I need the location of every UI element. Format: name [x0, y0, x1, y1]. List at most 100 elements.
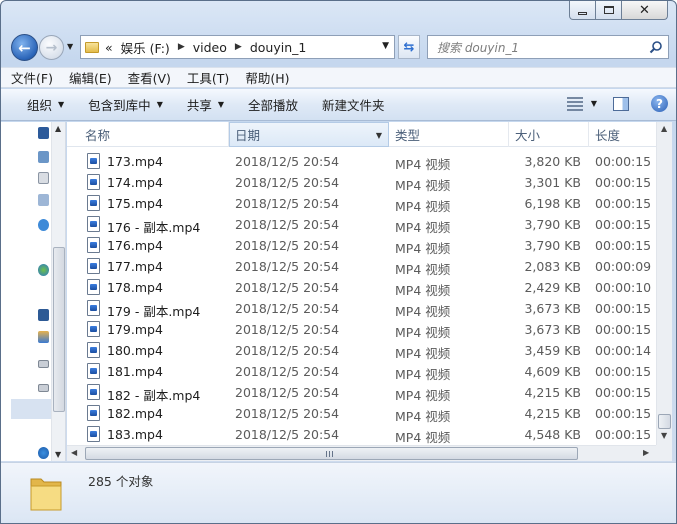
- scroll-down-icon[interactable]: ▼: [661, 431, 667, 440]
- menu-edit[interactable]: 编辑(E): [69, 68, 112, 87]
- address-dropdown-icon[interactable]: ▼: [382, 41, 389, 51]
- new-folder-button[interactable]: 新建文件夹: [322, 95, 385, 114]
- close-button[interactable]: ✕: [622, 1, 668, 20]
- downloads-folder-icon[interactable]: [38, 194, 49, 206]
- video-library-icon[interactable]: [38, 127, 49, 139]
- file-duration: 00:00:15: [595, 427, 652, 442]
- file-name[interactable]: 175.mp4: [107, 196, 163, 211]
- address-overflow[interactable]: «: [105, 40, 113, 55]
- view-options-dropdown-icon[interactable]: ▼: [591, 99, 597, 108]
- table-row[interactable]: 183.mp4 2018/12/5 20:54 MP4 视频 4,548 KB 00:0…: [67, 424, 656, 445]
- drive-icon[interactable]: [38, 384, 49, 392]
- file-name[interactable]: 179 - 副本.mp4: [107, 301, 200, 320]
- file-date: 2018/12/5 20:54: [235, 322, 340, 337]
- documents-library-icon[interactable]: [38, 172, 49, 184]
- scroll-down-icon[interactable]: ▼: [55, 450, 61, 459]
- table-row[interactable]: 178.mp4 2018/12/5 20:54 MP4 视频 2,429 KB 00:0…: [67, 277, 656, 298]
- breadcrumb-separator-icon[interactable]: ▶: [235, 42, 242, 52]
- horizontal-scrollbar[interactable]: ◀ ▶: [67, 445, 656, 461]
- minimize-icon: [578, 11, 587, 15]
- preview-pane-icon[interactable]: [613, 96, 629, 111]
- breadcrumb-douyin[interactable]: douyin_1: [250, 40, 307, 55]
- column-duration[interactable]: 长度: [589, 122, 656, 147]
- file-name[interactable]: 179.mp4: [107, 322, 163, 337]
- file-name[interactable]: 180.mp4: [107, 343, 163, 358]
- help-icon[interactable]: ?: [651, 95, 668, 112]
- menu-help[interactable]: 帮助(H): [245, 68, 289, 87]
- vertical-scroll-thumb[interactable]: [658, 414, 671, 429]
- nav-pane-scrollbar[interactable]: ▲ ▼: [51, 122, 65, 461]
- file-name[interactable]: 177.mp4: [107, 259, 163, 274]
- breadcrumb-video[interactable]: video: [193, 40, 227, 55]
- column-name[interactable]: 名称: [67, 122, 229, 147]
- table-row[interactable]: 181.mp4 2018/12/5 20:54 MP4 视频 4,609 KB 00:0…: [67, 361, 656, 382]
- vertical-scrollbar[interactable]: ▲ ▼: [656, 122, 672, 445]
- table-row[interactable]: 176.mp4 2018/12/5 20:54 MP4 视频 3,790 KB 00:0…: [67, 235, 656, 256]
- search-input[interactable]: 搜索 douyin_1: [427, 35, 669, 59]
- file-name[interactable]: 173.mp4: [107, 154, 163, 169]
- music-library-icon[interactable]: [38, 219, 49, 231]
- view-details-icon[interactable]: [566, 96, 583, 111]
- network-icon[interactable]: [38, 447, 49, 459]
- breadcrumb-separator-icon[interactable]: ▶: [178, 42, 185, 52]
- maximize-button[interactable]: [596, 1, 622, 20]
- computer-icon[interactable]: [38, 309, 49, 321]
- back-button[interactable]: ←: [11, 34, 38, 61]
- local-disk-icon[interactable]: [38, 331, 49, 343]
- file-type: MP4 视频: [395, 346, 451, 361]
- file-name[interactable]: 181.mp4: [107, 364, 163, 379]
- table-row[interactable]: 182.mp4 2018/12/5 20:54 MP4 视频 4,215 KB 00:0…: [67, 403, 656, 424]
- organize-button[interactable]: 组织 ▼: [27, 95, 64, 114]
- search-icon[interactable]: [649, 40, 663, 54]
- recent-pages-dropdown[interactable]: ▼: [67, 42, 73, 51]
- file-name[interactable]: 182.mp4: [107, 406, 163, 421]
- homegroup-icon[interactable]: [38, 264, 49, 276]
- table-row[interactable]: 174.mp4 2018/12/5 20:54 MP4 视频 3,301 KB 00:0…: [67, 172, 656, 193]
- scroll-up-icon[interactable]: ▲: [55, 124, 61, 133]
- breadcrumb-drive[interactable]: 娱乐 (F:): [121, 38, 170, 57]
- file-name[interactable]: 176.mp4: [107, 238, 163, 253]
- scroll-up-icon[interactable]: ▲: [661, 124, 667, 133]
- share-button[interactable]: 共享 ▼: [187, 95, 224, 114]
- play-all-button[interactable]: 全部播放: [248, 95, 298, 114]
- refresh-button[interactable]: ⇆: [398, 35, 420, 59]
- organize-label: 组织: [27, 98, 53, 113]
- table-row[interactable]: 180.mp4 2018/12/5 20:54 MP4 视频 3,459 KB 00:0…: [67, 340, 656, 361]
- pictures-library-icon[interactable]: [38, 151, 49, 163]
- table-row[interactable]: 179.mp4 2018/12/5 20:54 MP4 视频 3,673 KB 00:0…: [67, 319, 656, 340]
- column-filter-dropdown-icon[interactable]: ▼: [376, 131, 382, 140]
- drive-icon[interactable]: [38, 360, 49, 368]
- include-library-button[interactable]: 包含到库中 ▼: [88, 95, 163, 114]
- file-name[interactable]: 183.mp4: [107, 427, 163, 442]
- forward-button[interactable]: →: [39, 35, 64, 60]
- file-duration: 00:00:15: [595, 406, 652, 421]
- address-bar[interactable]: « 娱乐 (F:) ▶ video ▶ douyin_1 ▼: [80, 35, 395, 59]
- command-bar: 组织 ▼ 包含到库中 ▼ 共享 ▼ 全部播放 新建文件夹 ▼ ?: [1, 89, 676, 121]
- file-name[interactable]: 174.mp4: [107, 175, 163, 190]
- menu-view[interactable]: 查看(V): [128, 68, 171, 87]
- table-row[interactable]: 182 - 副本.mp4 2018/12/5 20:54 MP4 视频 4,215 K…: [67, 382, 656, 403]
- close-icon: ✕: [639, 2, 650, 18]
- file-date: 2018/12/5 20:54: [235, 343, 340, 358]
- table-row[interactable]: 177.mp4 2018/12/5 20:54 MP4 视频 2,083 KB 00:0…: [67, 256, 656, 277]
- scroll-left-icon[interactable]: ◀: [71, 448, 77, 457]
- minimize-button[interactable]: [569, 1, 596, 20]
- table-row[interactable]: 175.mp4 2018/12/5 20:54 MP4 视频 6,198 KB 00:0…: [67, 193, 656, 214]
- column-date[interactable]: 日期 ▼: [229, 122, 389, 147]
- table-row[interactable]: 179 - 副本.mp4 2018/12/5 20:54 MP4 视频 3,673 K…: [67, 298, 656, 319]
- column-type[interactable]: 类型: [389, 122, 509, 147]
- file-name[interactable]: 178.mp4: [107, 280, 163, 295]
- video-file-icon: [87, 363, 100, 379]
- scroll-right-icon[interactable]: ▶: [643, 448, 649, 457]
- arrow-left-icon: ←: [18, 38, 31, 57]
- table-row[interactable]: 176 - 副本.mp4 2018/12/5 20:54 MP4 视频 3,790 K…: [67, 214, 656, 235]
- file-duration: 00:00:15: [595, 196, 652, 211]
- column-size[interactable]: 大小: [509, 122, 589, 147]
- file-name[interactable]: 176 - 副本.mp4: [107, 217, 200, 236]
- menu-tools[interactable]: 工具(T): [187, 68, 229, 87]
- menu-file[interactable]: 文件(F): [11, 68, 53, 87]
- file-name[interactable]: 182 - 副本.mp4: [107, 385, 200, 404]
- horizontal-scroll-thumb[interactable]: [85, 447, 578, 460]
- table-row[interactable]: 173.mp4 2018/12/5 20:54 MP4 视频 3,820 KB 00:0…: [67, 151, 656, 172]
- nav-pane-scroll-thumb[interactable]: [53, 247, 65, 412]
